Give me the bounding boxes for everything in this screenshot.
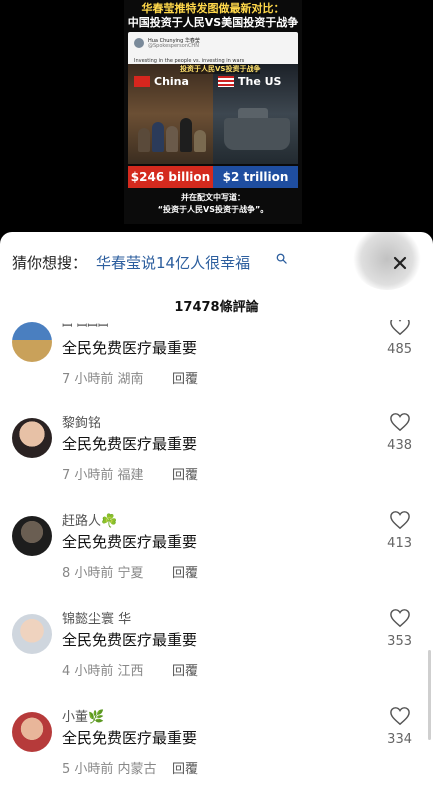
reply-button[interactable]: 回覆 xyxy=(172,464,198,483)
country-label-right: The US xyxy=(238,75,282,88)
tank-shape xyxy=(224,118,290,150)
comment-meta: 4 小時前 江西 xyxy=(62,660,144,679)
comment-meta: 7 小時前 福建 xyxy=(62,464,144,483)
comment-sheet: 猜你想搜： 华春莹说14亿人很幸福 17478條評論 ꟷ ꟷꟷꟷ 全民免费医疗最… xyxy=(0,232,433,799)
search-icon[interactable] xyxy=(276,253,287,264)
avatar[interactable] xyxy=(12,712,52,752)
comment-text: 全民免费医疗最重要 xyxy=(62,533,198,551)
comment-username[interactable]: 赶路人☘️ xyxy=(62,510,117,529)
comment-username[interactable]: 小董🌿 xyxy=(62,706,104,725)
suggested-search-label: 猜你想搜： xyxy=(12,254,88,272)
comment-location: 宁夏 xyxy=(117,566,144,581)
comment-username[interactable]: 黎鉤铭 xyxy=(62,412,101,431)
avatar[interactable] xyxy=(12,516,52,556)
comment-meta: 7 小時前 湖南 xyxy=(62,368,144,387)
amount-right: $2 trillion xyxy=(213,166,298,188)
comment-text: 全民免费医疗最重要 xyxy=(62,729,198,747)
comment-time: 7 小時前 xyxy=(62,372,114,387)
video-overlay-subtitle: 中国投资于人民VS美国投资于战争 xyxy=(127,16,299,29)
heart-icon[interactable] xyxy=(389,320,411,336)
comment-meta: 5 小時前 内蒙古 xyxy=(62,758,157,777)
heart-icon[interactable] xyxy=(389,608,411,628)
reply-button[interactable]: 回覆 xyxy=(172,660,198,679)
reply-button[interactable]: 回覆 xyxy=(172,562,198,581)
like-count: 353 xyxy=(387,634,412,649)
comment-username[interactable]: 锦懿尘寰 华 xyxy=(62,608,131,627)
like-count: 485 xyxy=(387,342,412,357)
comment-time: 5 小時前 xyxy=(62,762,114,777)
image-caption: 投资于人民VS投资于战争 xyxy=(180,64,261,74)
suggested-search: 猜你想搜： 华春莹说14亿人很幸福 xyxy=(0,232,433,290)
people-silhouettes xyxy=(136,112,206,152)
like-count: 438 xyxy=(387,438,412,453)
video-subtitle-1: 并在配文中写道： xyxy=(181,193,245,202)
heart-icon[interactable] xyxy=(389,510,411,530)
comment-location: 湖南 xyxy=(117,372,144,387)
comment-text: 全民免费医疗最重要 xyxy=(62,631,198,649)
comment-item: 锦懿尘寰 华 全民免费医疗最重要 4 小時前 江西 回覆 353 xyxy=(0,604,433,702)
scrollbar[interactable] xyxy=(428,650,431,740)
amount-left: $246 billion xyxy=(128,166,213,188)
comment-time: 4 小時前 xyxy=(62,664,114,679)
comment-time: 7 小時前 xyxy=(62,468,114,483)
comment-item: 赶路人☘️ 全民免费医疗最重要 8 小時前 宁夏 回覆 413 xyxy=(0,506,433,604)
video-subtitle-2: “投资于人民VS投资于战争”。 xyxy=(157,205,269,214)
comment-text: 全民免费医疗最重要 xyxy=(62,339,198,357)
comment-text: 全民免费医疗最重要 xyxy=(62,435,198,453)
suggested-search-link[interactable]: 华春莹说14亿人很幸福 xyxy=(96,252,250,273)
comment-count-header: 17478條評論 xyxy=(174,300,259,315)
avatar[interactable] xyxy=(12,418,52,458)
comment-time: 8 小時前 xyxy=(62,566,114,581)
tweet-avatar xyxy=(134,38,144,48)
reply-button[interactable]: 回覆 xyxy=(172,758,198,777)
heart-icon[interactable] xyxy=(389,706,411,726)
comment-item: 黎鉤铭 全民免费医疗最重要 7 小時前 福建 回覆 438 xyxy=(0,408,433,506)
country-label-left: China xyxy=(154,75,189,88)
china-flag-icon xyxy=(134,76,150,87)
tweet-handle: @SpokespersonCHN xyxy=(148,43,199,49)
close-icon[interactable] xyxy=(388,251,412,275)
like-count: 334 xyxy=(387,732,412,747)
comment-location: 福建 xyxy=(117,468,144,483)
comment-item: 小董🌿 全民免费医疗最重要 5 小時前 内蒙古 回覆 334 xyxy=(0,702,433,799)
comment-location: 江西 xyxy=(117,664,144,679)
video-frame: 华春莹推特发图做最新对比： 中国投资于人民VS美国投资于战争 Hua Chuny… xyxy=(124,0,302,224)
comment-username[interactable]: ꟷ ꟷꟷꟷ xyxy=(62,320,108,334)
us-flag-icon xyxy=(218,76,234,87)
heart-icon[interactable] xyxy=(389,412,411,432)
comparison-image: China The US 投资于人民VS投资于战争 xyxy=(128,64,298,164)
comment-list[interactable]: ꟷ ꟷꟷꟷ 全民免费医疗最重要 7 小時前 湖南 回覆 485 黎鉤铭 全民免费… xyxy=(0,320,433,799)
comment-item: ꟷ ꟷꟷꟷ 全民免费医疗最重要 7 小時前 湖南 回覆 485 xyxy=(0,320,433,410)
avatar[interactable] xyxy=(12,322,52,362)
avatar[interactable] xyxy=(12,614,52,654)
comment-location: 内蒙古 xyxy=(117,762,157,777)
video-player[interactable]: 华春莹推特发图做最新对比： 中国投资于人民VS美国投资于战争 Hua Chuny… xyxy=(0,0,433,232)
like-count: 413 xyxy=(387,536,412,551)
comment-meta: 8 小時前 宁夏 xyxy=(62,562,144,581)
reply-button[interactable]: 回覆 xyxy=(172,368,198,387)
